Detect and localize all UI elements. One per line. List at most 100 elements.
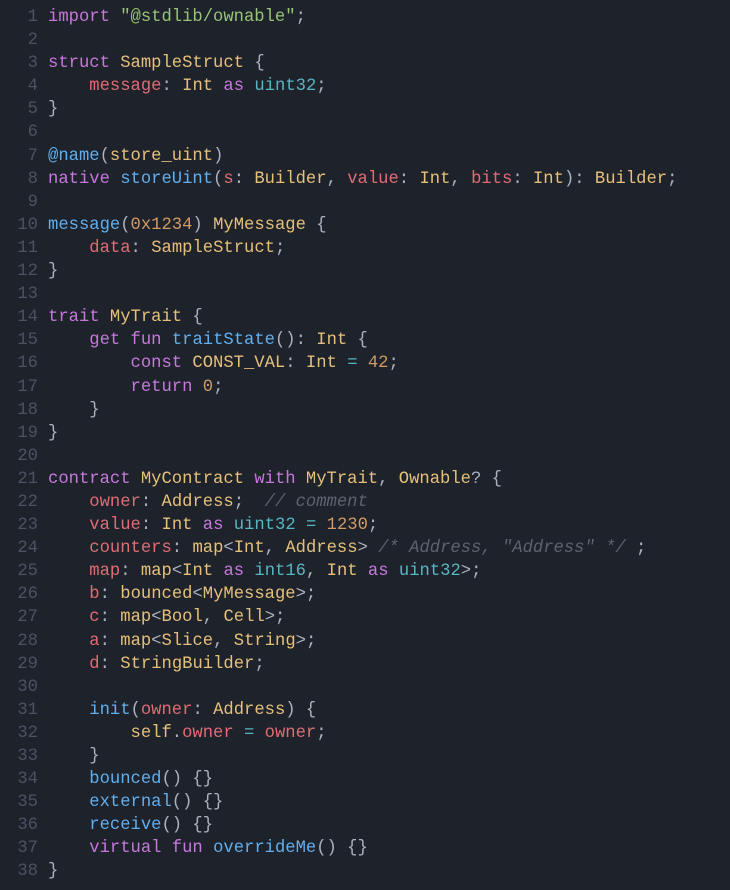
token-p <box>368 539 378 558</box>
token-var: b <box>89 585 99 604</box>
code-line: self.owner = owner; <box>48 722 677 745</box>
token-p: () {} <box>161 816 213 835</box>
token-id: Cell <box>223 608 264 627</box>
token-kw: trait <box>48 308 100 327</box>
line-number: 22 <box>0 491 38 514</box>
code-line: init(owner: Address) { <box>48 699 677 722</box>
code-line: const CONST_VAL: Int = 42; <box>48 352 677 375</box>
code-line <box>48 445 677 468</box>
line-number: 30 <box>0 676 38 699</box>
token-p <box>48 608 89 627</box>
token-p <box>48 539 89 558</box>
token-id: SampleStruct <box>151 239 275 258</box>
token-p: ; <box>368 516 378 535</box>
token-kw: as <box>368 562 389 581</box>
token-id: Int <box>234 539 265 558</box>
line-number: 14 <box>0 306 38 329</box>
token-p: : <box>399 170 409 189</box>
token-p <box>110 632 120 651</box>
token-p: () {} <box>316 839 368 858</box>
code-line: } <box>48 399 677 422</box>
line-number: 12 <box>0 260 38 283</box>
token-p <box>141 239 151 258</box>
line-number: 6 <box>0 121 38 144</box>
token-kw: native <box>48 170 110 189</box>
code-line: virtual fun overrideMe() {} <box>48 837 677 860</box>
token-kw: import <box>48 8 110 27</box>
token-p <box>213 562 223 581</box>
token-p: { <box>481 470 502 489</box>
token-p: () {} <box>172 793 224 812</box>
code-line: trait MyTrait { <box>48 306 677 329</box>
token-p <box>337 354 347 373</box>
code-area: import "@stdlib/ownable";struct SampleSt… <box>48 6 677 884</box>
token-fn: receive <box>89 816 161 835</box>
token-p: < <box>151 608 161 627</box>
token-p: ): <box>564 170 585 189</box>
token-p <box>48 493 89 512</box>
token-fn: @name <box>48 147 100 166</box>
line-number: 27 <box>0 606 38 629</box>
token-p: ; <box>626 539 647 558</box>
token-var: value <box>347 170 399 189</box>
token-p: : <box>141 516 151 535</box>
token-p: (): <box>275 331 306 350</box>
token-p: >; <box>296 632 317 651</box>
token-p: } <box>48 401 100 420</box>
token-kw: virtual <box>89 839 161 858</box>
line-number: 9 <box>0 191 38 214</box>
token-p: { <box>306 216 327 235</box>
line-number: 35 <box>0 791 38 814</box>
token-kw: with <box>254 470 295 489</box>
line-number: 20 <box>0 445 38 468</box>
token-p <box>110 608 120 627</box>
token-p: , <box>327 170 337 189</box>
token-p <box>110 54 120 73</box>
token-kw: get <box>89 331 120 350</box>
token-p: , <box>203 608 213 627</box>
token-p: ; <box>234 493 244 512</box>
code-line <box>48 121 677 144</box>
token-var: s <box>223 170 233 189</box>
token-p <box>203 839 213 858</box>
token-id: Int <box>162 516 193 535</box>
token-id: Bool <box>162 608 203 627</box>
token-p <box>358 354 368 373</box>
token-p <box>244 470 254 489</box>
code-line: bounced() {} <box>48 768 677 791</box>
token-id: self <box>131 724 172 743</box>
token-num: 1230 <box>327 516 368 535</box>
code-editor: 1234567891011121314151617181920212223242… <box>0 0 730 890</box>
token-fn: bounced <box>89 770 161 789</box>
token-var: d <box>89 655 99 674</box>
token-p: < <box>151 632 161 651</box>
token-p: > <box>358 539 368 558</box>
line-number: 36 <box>0 814 38 837</box>
token-p <box>203 701 213 720</box>
line-number: 33 <box>0 745 38 768</box>
token-id: Int <box>182 77 213 96</box>
code-line: @name(store_uint) <box>48 145 677 168</box>
code-line <box>48 283 677 306</box>
line-number: 38 <box>0 860 38 883</box>
line-number: 37 <box>0 837 38 860</box>
code-line: owner: Address; // comment <box>48 491 677 514</box>
token-id: Slice <box>162 632 214 651</box>
token-p: : <box>120 562 130 581</box>
token-p: < <box>172 562 182 581</box>
token-id: Int <box>306 354 337 373</box>
token-p <box>48 516 89 535</box>
code-line: message: Int as uint32; <box>48 75 677 98</box>
token-var: c <box>89 608 99 627</box>
token-p <box>131 562 141 581</box>
token-kw: contract <box>48 470 131 489</box>
token-p <box>388 470 398 489</box>
token-str: "@stdlib/ownable" <box>120 8 295 27</box>
token-p <box>131 470 141 489</box>
code-line: data: SampleStruct; <box>48 237 677 260</box>
token-p <box>48 354 131 373</box>
token-var: data <box>89 239 130 258</box>
token-p <box>48 724 131 743</box>
token-p <box>223 632 233 651</box>
token-num: 0x1234 <box>131 216 193 235</box>
